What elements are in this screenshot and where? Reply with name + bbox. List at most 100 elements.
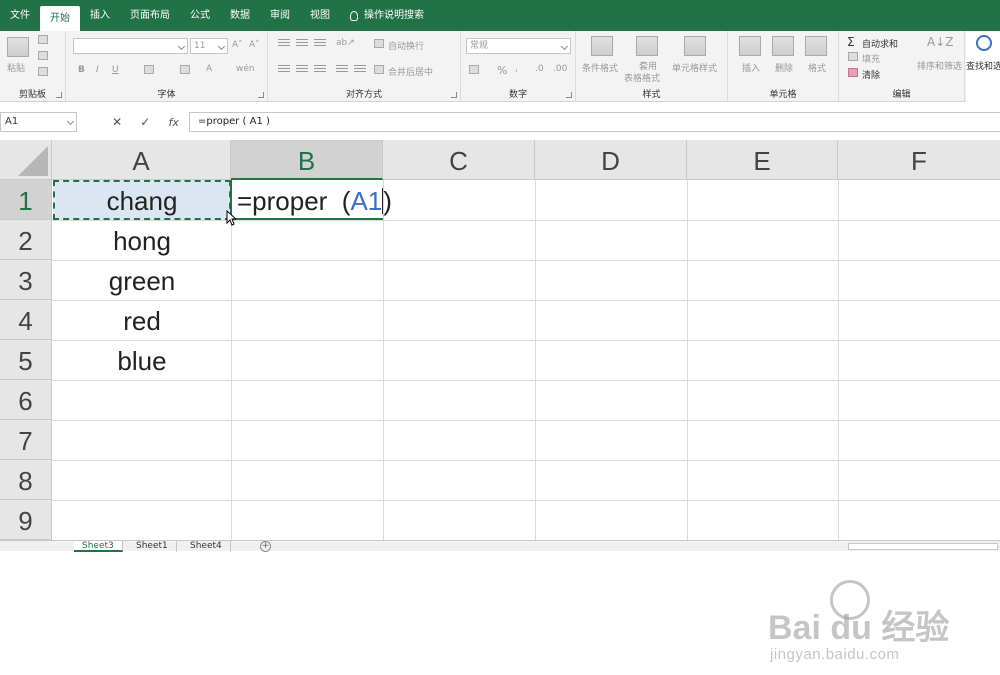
fill-label[interactable]: 填充 (862, 52, 880, 65)
delete-cells-icon[interactable] (772, 36, 794, 56)
column-header-e[interactable]: E (687, 140, 838, 180)
row-header-2[interactable]: 2 (0, 220, 52, 260)
add-sheet-icon[interactable]: + (260, 541, 271, 552)
copy-icon[interactable] (38, 51, 48, 60)
alignment-launcher-icon[interactable] (451, 92, 457, 98)
format-cells-icon[interactable] (805, 36, 827, 56)
row-header-6[interactable]: 6 (0, 380, 52, 420)
enter-icon[interactable]: ✓ (140, 115, 150, 129)
align-top-icon[interactable] (278, 39, 290, 48)
row-header-1[interactable]: 1 (0, 180, 52, 220)
format-as-table-icon[interactable] (636, 36, 658, 56)
tab-view[interactable]: 视图 (300, 0, 340, 31)
insert-cells-icon[interactable] (739, 36, 761, 56)
row-header-5[interactable]: 5 (0, 340, 52, 380)
wrap-text-label[interactable]: 自动换行 (388, 39, 424, 52)
align-bottom-icon[interactable] (314, 39, 326, 48)
fill-color-icon[interactable] (180, 65, 190, 74)
eraser-icon[interactable] (848, 68, 858, 77)
cell-a1[interactable]: chang (53, 180, 231, 220)
accounting-format-icon[interactable] (469, 65, 479, 74)
clipboard-launcher-icon[interactable] (56, 92, 62, 98)
column-header-b[interactable]: B (231, 140, 383, 180)
row-header-3[interactable]: 3 (0, 260, 52, 300)
grow-font-icon[interactable]: A˄ (232, 40, 243, 50)
font-color-icon[interactable]: A (206, 64, 212, 74)
tab-data[interactable]: 数据 (220, 0, 260, 31)
tab-home[interactable]: 开始 (40, 6, 80, 31)
cell-a3[interactable]: green (53, 260, 231, 300)
formula-input[interactable]: =proper ( A1 ) (189, 112, 1000, 132)
fill-down-icon[interactable] (848, 52, 858, 61)
column-header-c[interactable]: C (383, 140, 535, 180)
cancel-icon[interactable]: ✕ (112, 115, 122, 129)
column-header-f[interactable]: F (838, 140, 1000, 180)
italic-icon[interactable]: I (96, 65, 99, 75)
align-right-icon[interactable] (314, 65, 326, 74)
font-name-select[interactable] (73, 38, 188, 54)
sort-filter-label[interactable]: 排序和筛选 (917, 59, 962, 72)
tab-review[interactable]: 审阅 (260, 0, 300, 31)
font-launcher-icon[interactable] (258, 92, 264, 98)
horizontal-scrollbar[interactable] (848, 543, 998, 550)
shrink-font-icon[interactable]: A˅ (249, 40, 260, 50)
format-cells-label[interactable]: 格式 (808, 61, 826, 74)
row-header-4[interactable]: 4 (0, 300, 52, 340)
delete-cells-label[interactable]: 删除 (775, 61, 793, 74)
conditional-formatting-icon[interactable] (591, 36, 613, 56)
cell-styles-label[interactable]: 单元格样式 (672, 61, 717, 74)
tab-insert[interactable]: 插入 (80, 0, 120, 31)
wrap-text-icon[interactable] (374, 39, 384, 48)
insert-function-icon[interactable]: fx (169, 116, 179, 129)
tell-me-search[interactable]: 操作说明搜索 (340, 0, 434, 31)
row-header-7[interactable]: 7 (0, 420, 52, 460)
orientation-icon[interactable]: ab↗ (336, 38, 355, 48)
merge-center-icon[interactable] (374, 65, 384, 74)
autosum-label[interactable]: 自动求和 (862, 37, 898, 50)
cell-a5[interactable]: blue (53, 340, 231, 380)
border-icon[interactable] (144, 65, 154, 74)
number-format-select[interactable]: 常规 (466, 38, 571, 54)
sheet-tab-sheet3[interactable]: Sheet3 (74, 541, 123, 552)
sheet-tab-sheet1[interactable]: Sheet1 (128, 541, 177, 552)
cut-icon[interactable] (38, 35, 48, 44)
number-launcher-icon[interactable] (566, 92, 572, 98)
increase-decimal-icon[interactable]: .0 (535, 64, 544, 74)
increase-indent-icon[interactable] (354, 65, 366, 74)
conditional-formatting-label[interactable]: 条件格式 (582, 61, 618, 74)
underline-icon[interactable]: U (112, 65, 119, 75)
cell-b1-edit[interactable]: =proper (A1) (237, 180, 392, 220)
cell-styles-icon[interactable] (684, 36, 706, 56)
paste-icon[interactable] (7, 37, 29, 57)
select-all-button[interactable] (0, 140, 52, 180)
sigma-icon[interactable]: Σ (847, 35, 855, 49)
comma-style-icon[interactable]: , (515, 64, 518, 74)
font-size-select[interactable]: 11 (190, 38, 228, 54)
row-header-9[interactable]: 9 (0, 500, 52, 540)
cell-a4[interactable]: red (53, 300, 231, 340)
sort-filter-icon[interactable]: A↓Z (927, 35, 953, 49)
column-header-a[interactable]: A (52, 140, 231, 180)
insert-cells-label[interactable]: 插入 (742, 61, 760, 74)
align-middle-icon[interactable] (296, 39, 308, 48)
format-as-table-label-2[interactable]: 表格格式 (624, 71, 660, 84)
phonetic-icon[interactable]: wén (236, 64, 255, 74)
row-header-8[interactable]: 8 (0, 460, 52, 500)
align-center-icon[interactable] (296, 65, 308, 74)
cell-a2[interactable]: hong (53, 220, 231, 260)
tab-formulas[interactable]: 公式 (180, 0, 220, 31)
sheet-tab-sheet4[interactable]: Sheet4 (182, 541, 231, 552)
find-select-area[interactable]: 查找和选 (966, 31, 1000, 102)
name-box[interactable]: A1 (0, 112, 77, 132)
percent-style-icon[interactable]: % (497, 64, 507, 77)
clear-label[interactable]: 清除 (862, 68, 880, 81)
column-header-d[interactable]: D (535, 140, 687, 180)
bold-icon[interactable]: B (78, 65, 85, 75)
decrease-indent-icon[interactable] (336, 65, 348, 74)
align-left-icon[interactable] (278, 65, 290, 74)
decrease-decimal-icon[interactable]: .00 (553, 64, 567, 74)
tab-file[interactable]: 文件 (0, 0, 40, 31)
format-painter-icon[interactable] (38, 67, 48, 76)
tab-page-layout[interactable]: 页面布局 (120, 0, 180, 31)
merge-center-label[interactable]: 合并后居中 (388, 65, 433, 78)
